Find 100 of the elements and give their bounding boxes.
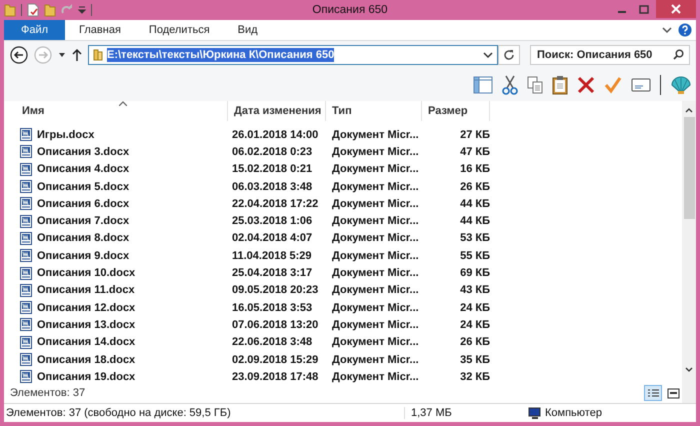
file-name[interactable]: Описания 11.docx — [37, 284, 135, 296]
file-name[interactable]: Описания 6.docx — [37, 198, 130, 210]
date-cell-text: 15.02.2018 0:21 — [232, 163, 314, 176]
list-icon — [646, 388, 660, 398]
copy-icon[interactable] — [527, 76, 543, 94]
file-name[interactable]: Описания 13.docx — [37, 318, 136, 331]
word-document-icon — [20, 249, 32, 262]
date-cell-text: 22.04.2018 17:22 — [232, 198, 320, 210]
type-cell-text: Документ Micr... — [332, 284, 420, 296]
size-cell-text: 16 КБ — [459, 163, 490, 176]
column-header[interactable]: Тип — [326, 101, 422, 121]
chevron-down-icon[interactable] — [662, 26, 672, 34]
word-document-icon — [20, 318, 32, 332]
file-name[interactable]: Описания 19.docx — [37, 370, 136, 383]
word-document-icon — [20, 266, 32, 280]
size-cell-text: 53 КБ — [459, 232, 490, 244]
date-cell-text: 22.06.2018 3:48 — [232, 336, 314, 348]
file-name[interactable]: Описания 4.docx — [37, 163, 130, 176]
size-cell-text: 26 КБ — [459, 336, 490, 348]
scroll-up-icon[interactable] — [685, 107, 693, 113]
type-cell-text: Документ Micr... — [332, 302, 420, 314]
date-cell-text: 06.03.2018 3:48 — [232, 180, 314, 193]
date-cell-text: 07.06.2018 13:20 — [232, 318, 320, 331]
search-icon — [673, 49, 684, 60]
scroll-down-icon[interactable] — [685, 367, 693, 373]
word-document-icon — [20, 301, 32, 314]
refresh-button[interactable] — [498, 45, 520, 65]
status-location: Компьютер — [545, 407, 602, 419]
delete-icon[interactable] — [577, 76, 595, 94]
file-name[interactable]: Описания 10.docx — [37, 267, 136, 280]
size-cell-text: 24 КБ — [459, 302, 490, 314]
type-cell-text: Документ Micr... — [332, 128, 420, 141]
file-tab[interactable]: Файл — [4, 20, 66, 40]
file-name[interactable]: Описания 7.docx — [37, 215, 130, 228]
card-icon[interactable] — [631, 77, 651, 93]
type-cell-text: Документ Micr... — [332, 354, 420, 366]
type-cell-text: Документ Micr... — [332, 318, 420, 331]
dropdown-icon[interactable] — [78, 6, 86, 14]
size-cell-text: 35 КБ — [459, 354, 490, 366]
type-cell-text: Документ Micr... — [332, 215, 420, 228]
date-cell-text: 09.05.2018 20:23 — [232, 284, 320, 296]
word-document-icon — [20, 128, 32, 142]
refresh-icon — [503, 49, 515, 61]
address-bar[interactable]: E:\тексты\тексты\Юркина К\Описания 650 — [88, 45, 498, 65]
ribbon-tab[interactable]: Поделиться — [134, 20, 224, 40]
date-cell-text: 26.01.2018 14:00 — [232, 128, 320, 141]
word-document-icon — [20, 197, 32, 210]
type-cell-text: Документ Micr... — [332, 146, 420, 158]
word-document-icon — [20, 232, 32, 245]
type-cell-text: Документ Micr... — [332, 370, 420, 383]
type-cell-text: Документ Micr... — [332, 250, 420, 262]
computer-icon — [527, 407, 541, 419]
file-name[interactable]: Описания 12.docx — [37, 302, 136, 314]
ribbon-tab[interactable]: Вид — [224, 20, 272, 40]
file-name[interactable]: Описания 8.docx — [37, 232, 130, 244]
file-name[interactable]: Игры.docx — [37, 128, 94, 141]
type-cell-text: Документ Micr... — [332, 180, 420, 193]
file-name[interactable]: Описания 5.docx — [37, 180, 130, 193]
date-cell-text: 23.09.2018 17:48 — [232, 370, 320, 383]
size-cell-text: 27 КБ — [459, 128, 490, 141]
ribbon-tab[interactable]: Главная — [65, 20, 135, 40]
type-cell-text: Документ Micr... — [332, 232, 420, 244]
word-document-icon — [20, 214, 32, 228]
details-view-button[interactable] — [644, 385, 662, 401]
file-name[interactable]: Описания 18.docx — [37, 354, 136, 366]
shell-icon[interactable] — [670, 75, 692, 95]
column-header[interactable]: Размер — [422, 101, 490, 121]
clipboard-icon[interactable] — [552, 75, 568, 95]
scrollbar[interactable] — [682, 101, 696, 403]
column-header[interactable]: Имя — [4, 101, 228, 121]
word-document-icon — [20, 353, 32, 366]
chevron-down-icon[interactable] — [483, 51, 493, 59]
up-arrow-icon[interactable] — [72, 48, 82, 62]
scissors-icon[interactable] — [502, 75, 518, 95]
word-document-icon — [20, 180, 32, 194]
size-cell-text: 47 КБ — [459, 146, 490, 158]
file-name[interactable]: Описания 14.docx — [37, 336, 136, 348]
word-document-icon — [20, 336, 32, 349]
help-icon[interactable] — [678, 23, 692, 37]
date-cell-text: 06.02.2018 0:23 — [232, 146, 314, 158]
file-name[interactable]: Описания 9.docx — [37, 250, 130, 262]
window-title: Описания 650 — [312, 4, 388, 16]
checkmark-icon[interactable] — [604, 76, 622, 94]
document-check-icon[interactable] — [27, 3, 39, 17]
column-header[interactable]: Дата изменения — [228, 101, 326, 121]
size-cell-text: 26 КБ — [459, 180, 490, 193]
size-cell-text: 44 КБ — [459, 198, 490, 210]
caret-icon[interactable] — [58, 52, 66, 58]
search-field[interactable]: Поиск: Описания 650 — [530, 45, 690, 65]
preview-pane-icon[interactable] — [473, 76, 493, 94]
size-cell-text: 24 КБ — [459, 318, 490, 331]
word-document-icon — [20, 145, 32, 158]
back-icon[interactable] — [10, 46, 28, 64]
date-cell-text: 25.04.2018 3:17 — [232, 267, 314, 280]
file-name[interactable]: Описания 3.docx — [37, 146, 130, 158]
word-document-icon — [20, 162, 32, 176]
close-button[interactable] — [656, 0, 696, 18]
date-cell-text: 02.09.2018 15:29 — [232, 354, 320, 366]
size-cell-text: 55 КБ — [459, 250, 490, 262]
status-summary: Элементов: 37 (свободно на диске: 59,5 ГБ) — [6, 407, 232, 419]
